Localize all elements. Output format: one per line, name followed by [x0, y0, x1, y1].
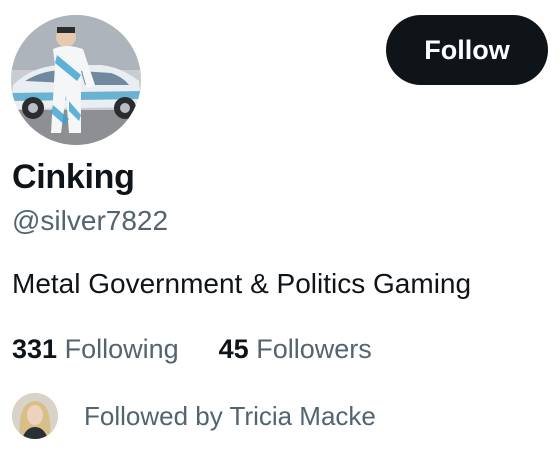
following-label: Following [64, 334, 179, 364]
follower-photo-icon [12, 393, 58, 439]
display-name: Cinking [12, 158, 135, 196]
followers-link[interactable]: 45 Followers [219, 334, 372, 365]
follow-button[interactable]: Follow [386, 15, 548, 85]
followers-count: 45 [218, 334, 249, 364]
followed-by-row[interactable]: Followed by Tricia Macke [12, 393, 376, 439]
profile-photo-icon [11, 15, 141, 145]
profile-bio: Metal Government & Politics Gaming [12, 268, 472, 299]
followers-label: Followers [256, 334, 372, 364]
followed-by-text: Followed by Tricia Macke [84, 400, 376, 431]
following-link[interactable]: 331 Following [12, 334, 179, 365]
follower-avatar [12, 393, 58, 439]
profile-avatar[interactable] [11, 15, 141, 145]
following-count: 331 [12, 334, 58, 364]
user-handle: @silver7822 [12, 205, 169, 236]
profile-stats: 331 Following 45 Followers [12, 334, 372, 365]
